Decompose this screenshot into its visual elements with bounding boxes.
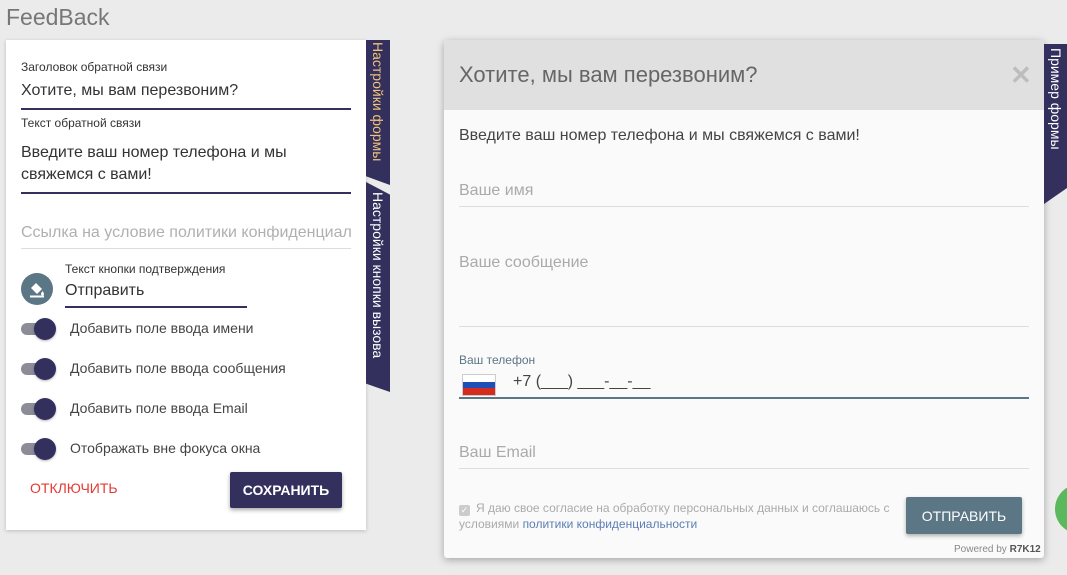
save-button[interactable]: СОХРАНИТЬ: [230, 472, 342, 508]
powered-by-brand[interactable]: R7K12: [1010, 544, 1041, 555]
feedback-title-label: Заголовок обратной связи: [21, 60, 168, 74]
toggle-label: Добавить поле ввода имени: [70, 320, 254, 336]
tab-form-example-label: Пример формы: [1048, 48, 1064, 150]
feedback-title-field[interactable]: Заголовок обратной связи Хотите, мы вам …: [21, 60, 351, 110]
toggle-label: Добавить поле ввода Email: [70, 400, 248, 416]
toggle-label: Отображать вне фокуса окна: [70, 440, 261, 456]
powered-by: Powered by R7K12: [954, 544, 1041, 555]
name-field[interactable]: Ваше имя: [459, 182, 1029, 207]
button-text-row: Текст кнопки подтверждения Отправить: [21, 262, 351, 308]
form-preview: Хотите, мы вам перезвоним? ✕ Введите ваш…: [444, 40, 1044, 558]
button-text-field[interactable]: Текст кнопки подтверждения Отправить: [65, 262, 247, 308]
policy-link-input[interactable]: Ссылка на условие политики конфиденциаль…: [21, 224, 351, 249]
phone-field[interactable]: +7 (___) ___-__-__: [459, 371, 1029, 399]
callback-fab-button[interactable]: [1055, 484, 1067, 534]
toggle-name-field[interactable]: [21, 318, 56, 340]
toggle-message-field[interactable]: [21, 358, 56, 380]
feedback-title-input[interactable]: Хотите, мы вам перезвоним?: [21, 74, 351, 110]
tab-form-settings-label: Настройки формы: [370, 42, 386, 162]
consent-block: ✓ Я даю свое согласие на обработку персон…: [459, 500, 899, 532]
tab-form-settings[interactable]: Настройки формы: [366, 40, 390, 185]
powered-by-prefix: Powered by: [954, 544, 1007, 555]
tab-button-settings[interactable]: Настройки кнопки вызова: [366, 182, 390, 392]
preview-description: Введите ваш номер телефона и мы свяжемся…: [459, 127, 860, 144]
button-text-input[interactable]: Отправить: [65, 276, 247, 308]
tab-button-settings-label: Настройки кнопки вызова: [370, 192, 386, 359]
disable-button[interactable]: ОТКЛЮЧИТЬ: [30, 480, 118, 496]
toggle-row-email-field: Добавить поле ввода Email: [21, 397, 351, 421]
feedback-text-field[interactable]: Текст обратной связи Введите ваш номер т…: [21, 116, 351, 194]
russia-flag-icon[interactable]: [462, 374, 496, 396]
toggle-row-name-field: Добавить поле ввода имени: [21, 317, 351, 341]
toggle-label: Добавить поле ввода сообщения: [70, 360, 286, 376]
toggle-row-message-field: Добавить поле ввода сообщения: [21, 357, 351, 381]
message-input[interactable]: Ваше сообщение: [459, 254, 588, 271]
toggle-show-unfocused[interactable]: [21, 438, 56, 460]
paint-bucket-icon[interactable]: [21, 273, 53, 305]
feedback-text-input[interactable]: Введите ваш номер телефона и мы свяжемся…: [21, 130, 351, 194]
phone-input[interactable]: +7 (___) ___-__-__: [513, 373, 650, 391]
toggle-row-show-unfocused: Отображать вне фокуса окна: [21, 437, 351, 461]
consent-checkbox[interactable]: ✓: [459, 505, 470, 516]
tab-form-example[interactable]: Пример формы: [1044, 44, 1067, 204]
message-field[interactable]: Ваше сообщение: [459, 254, 1029, 327]
close-icon[interactable]: ✕: [1010, 62, 1032, 88]
settings-panel: Заголовок обратной связи Хотите, мы вам …: [6, 40, 366, 530]
button-text-label: Текст кнопки подтверждения: [65, 262, 226, 276]
preview-title: Хотите, мы вам перезвоним?: [459, 62, 758, 87]
name-input[interactable]: Ваше имя: [459, 182, 533, 199]
privacy-policy-link[interactable]: политики конфиденциальности: [523, 517, 698, 531]
feedback-text-label: Текст обратной связи: [21, 116, 141, 130]
email-field[interactable]: Ваш Email: [459, 444, 1029, 469]
page-title: FeedBack: [6, 4, 110, 30]
email-input[interactable]: Ваш Email: [459, 444, 536, 461]
send-button[interactable]: ОТПРАВИТЬ: [906, 497, 1022, 534]
phone-label: Ваш телефон: [459, 353, 536, 367]
preview-header: Хотите, мы вам перезвоним? ✕: [444, 40, 1044, 110]
policy-link-field[interactable]: Ссылка на условие политики конфиденциаль…: [21, 224, 351, 249]
toggle-email-field[interactable]: [21, 398, 56, 420]
